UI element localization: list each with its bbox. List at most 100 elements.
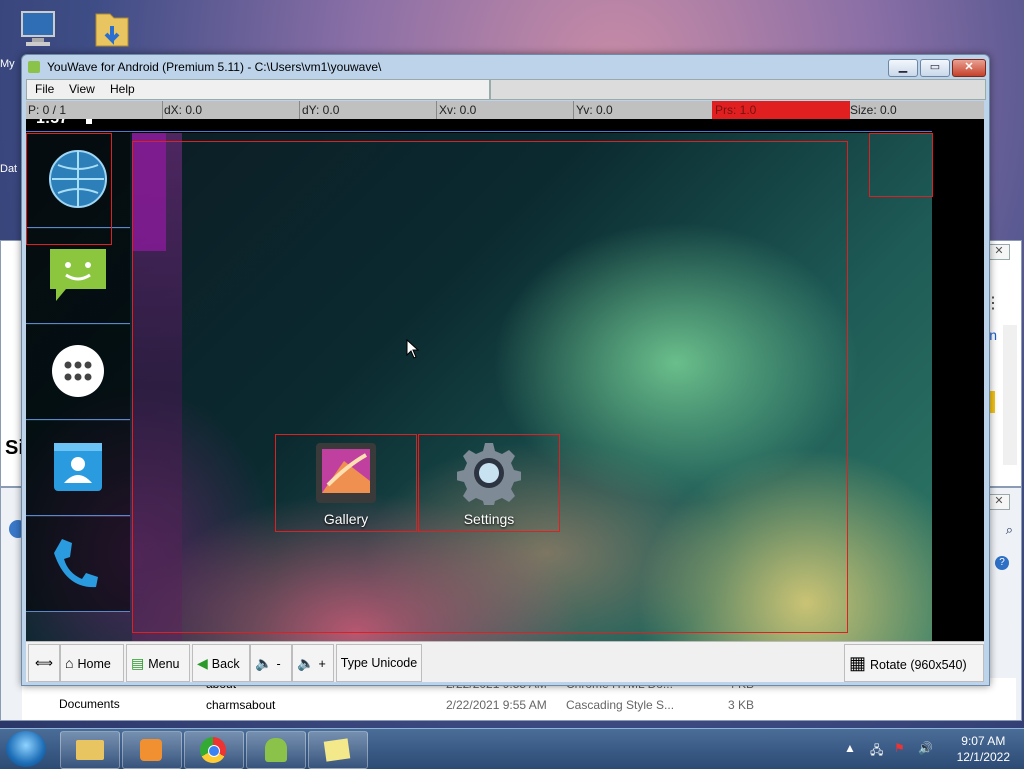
volume-icon[interactable]: 🔊: [918, 741, 933, 755]
status-divider: [299, 101, 300, 119]
status-bar-notification-icon: [86, 119, 92, 124]
taskbar-youwave[interactable]: [246, 731, 306, 769]
status-divider: [436, 101, 437, 119]
start-button[interactable]: [6, 731, 46, 767]
explorer-help-icon[interactable]: ?: [995, 556, 1009, 570]
app-settings[interactable]: Settings: [418, 434, 560, 532]
app-settings-label: Settings: [463, 511, 515, 527]
status-divider: [162, 101, 163, 119]
taskbar: ▲ 🖧 ⚑ 🔊 9:07 AM 12/1/2022: [0, 728, 1024, 769]
file-row-name[interactable]: charmsabout: [206, 695, 275, 715]
rotate-button[interactable]: ▦ Rotate (960x540): [844, 644, 984, 682]
type-unicode-label: Type Unicode: [340, 656, 418, 670]
selection-outline: [132, 141, 848, 633]
status-pressure: Prs: 1.0: [712, 101, 850, 119]
status-pointer: P: 0 / 1: [28, 103, 67, 117]
home-icon: ⌂: [65, 655, 74, 671]
computer-icon: [21, 11, 55, 46]
touch-status-bar: P: 0 / 1 dX: 0.0 dY: 0.0 Xv: 0.0 Yv: 0.0…: [26, 101, 984, 119]
status-dy: dY: 0.0: [302, 103, 340, 117]
messaging-icon: [50, 249, 106, 301]
android-clock: 1:57: [36, 119, 68, 128]
browser-scrollbar[interactable]: [1003, 325, 1017, 465]
close-button[interactable]: ✕: [952, 59, 986, 77]
status-xv: Xv: 0.0: [439, 103, 477, 117]
folder-icon: [95, 13, 129, 47]
taskbar-date: 12/1/2022: [956, 750, 1010, 764]
status-size: Size: 0.0: [850, 103, 897, 117]
back-button-label: Back: [211, 657, 240, 671]
network-icon[interactable]: 🖧: [870, 741, 884, 757]
home-button-label: Home: [77, 657, 111, 671]
menu-file[interactable]: File: [35, 82, 54, 96]
home-button[interactable]: ⌂ Home: [60, 644, 124, 682]
contacts-icon: [54, 443, 102, 491]
youwave-window: YouWave for Android (Premium 5.11) - C:\…: [21, 54, 990, 686]
rotate-device-icon: ▦: [849, 653, 867, 673]
selection-outline: [26, 131, 932, 134]
menu-button-label: Menu: [148, 657, 180, 671]
menu-button[interactable]: ▤ Menu: [126, 644, 190, 682]
volume-up-button[interactable]: 🔈 +: [292, 644, 334, 682]
dock-contacts[interactable]: [26, 421, 130, 516]
taskbar-media-player[interactable]: [122, 731, 182, 769]
phone-icon: [54, 539, 98, 588]
volume-down-label: -: [276, 657, 281, 671]
settings-gear-icon: [457, 443, 521, 505]
desktop-label-dat: Dat: [0, 163, 18, 175]
android-screen[interactable]: 1:57: [26, 119, 984, 641]
selection-outline: [26, 133, 112, 245]
menu-icon: ▤: [131, 655, 145, 671]
media-player-icon: [140, 739, 162, 761]
taskbar-chrome[interactable]: [184, 731, 244, 769]
resize-button[interactable]: ⟺: [28, 644, 60, 682]
taskbar-explorer[interactable]: [60, 731, 120, 769]
status-yv: Yv: 0.0: [576, 103, 613, 117]
selection-outline: [869, 133, 933, 197]
folder-desktop-icon[interactable]: [88, 6, 136, 55]
folder-icon: [76, 740, 104, 760]
status-dx: dX: 0.0: [164, 103, 203, 117]
dock-phone[interactable]: [26, 517, 130, 612]
speaker-icon: 🔈: [297, 655, 315, 671]
dock-app-drawer[interactable]: [26, 325, 130, 420]
computer-desktop-icon[interactable]: [14, 8, 62, 55]
background-close-button[interactable]: ✕: [988, 244, 1010, 260]
rotate-button-label: Rotate (960x540): [870, 658, 967, 672]
taskbar-time: 9:07 AM: [961, 734, 1006, 748]
taskbar-clock[interactable]: 9:07 AM 12/1/2022: [957, 733, 1010, 765]
action-center-flag-icon[interactable]: ⚑: [894, 741, 908, 755]
app-drawer-icon: [52, 345, 104, 397]
title-bar[interactable]: YouWave for Android (Premium 5.11) - C:\…: [22, 55, 989, 79]
back-arrow-icon: ◀: [197, 655, 208, 671]
volume-down-button[interactable]: 🔈 -: [250, 644, 292, 682]
file-row-type: Cascading Style S...: [566, 698, 675, 712]
app-gallery-label: Gallery: [323, 511, 369, 527]
explorer-close-button[interactable]: ✕: [988, 494, 1010, 510]
menu-bar: File View Help: [26, 79, 490, 100]
window-title: YouWave for Android (Premium 5.11) - C:\…: [47, 60, 382, 74]
desktop-label-my: My: [0, 58, 15, 70]
explorer-search-icon[interactable]: ⌕: [1006, 522, 1013, 538]
type-unicode-button[interactable]: Type Unicode: [336, 644, 422, 682]
menu-help[interactable]: Help: [110, 82, 135, 96]
file-row-date: 2/22/2021 9:55 AM: [446, 698, 547, 712]
back-button[interactable]: ◀ Back: [192, 644, 250, 682]
menu-bar-filler: [490, 79, 986, 100]
android-app-icon: [28, 61, 40, 73]
app-gallery[interactable]: Gallery: [275, 434, 417, 532]
menu-view[interactable]: View: [69, 82, 95, 96]
emulator-toolbar: ⟺ ⌂ Home ▤ Menu ◀ Back 🔈 - 🔈 + Type Unicode ▦…: [26, 641, 984, 682]
minimize-button[interactable]: ▁: [888, 59, 918, 77]
taskbar-notes[interactable]: [308, 731, 368, 769]
maximize-button[interactable]: ▭: [920, 59, 950, 77]
speaker-icon: 🔈: [255, 655, 273, 671]
explorer-sidebar-item-documents[interactable]: Documents: [59, 694, 120, 714]
browser-link-text[interactable]: n: [989, 327, 997, 343]
resize-arrows-icon: ⟺: [35, 656, 53, 670]
volume-up-label: +: [318, 657, 326, 671]
gallery-icon: [316, 443, 376, 503]
show-hidden-icons[interactable]: ▲: [844, 741, 858, 755]
chrome-icon: [200, 737, 226, 763]
file-row-size: 3 KB: [728, 698, 755, 712]
